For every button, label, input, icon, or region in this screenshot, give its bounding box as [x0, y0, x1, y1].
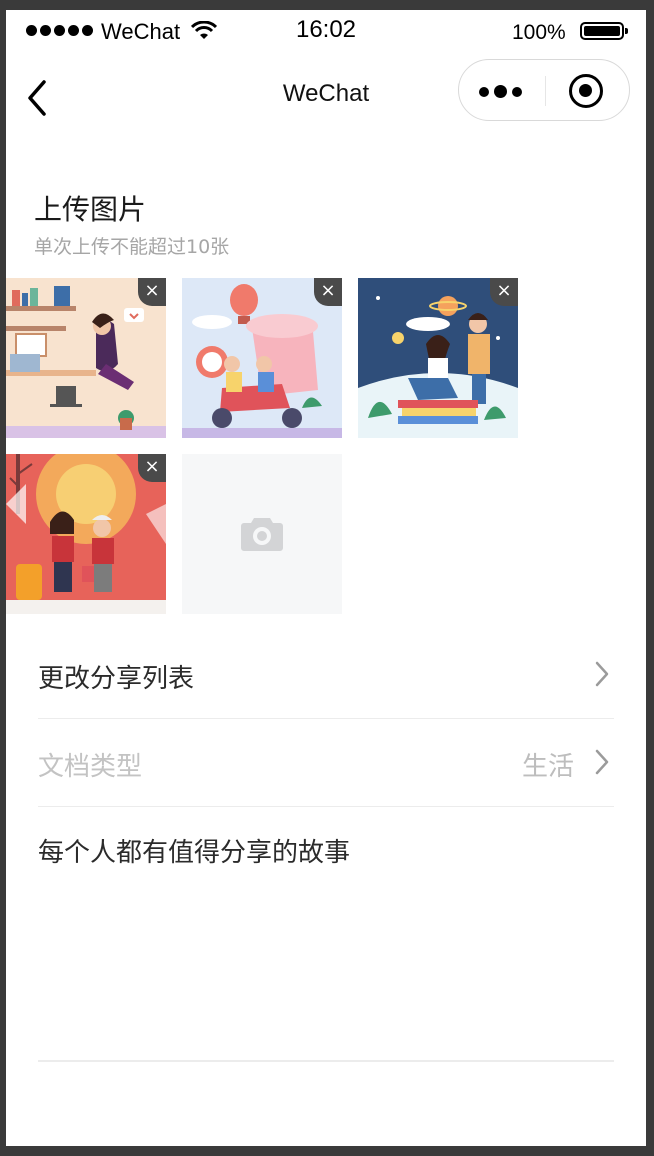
uploaded-image-winter[interactable]: ×: [6, 454, 166, 614]
close-icon[interactable]: ×: [314, 278, 342, 306]
divider: [38, 1060, 614, 1062]
uploaded-image-scooter[interactable]: ×: [182, 278, 342, 438]
chevron-right-icon: [595, 749, 609, 775]
capsule-divider: [545, 76, 546, 106]
status-bar: WeChat 16:02 100%: [6, 10, 646, 54]
upload-subtitle: 单次上传不能超过10张: [34, 236, 230, 258]
close-icon[interactable]: ×: [138, 278, 166, 306]
share-list-row[interactable]: 更改分享列表: [38, 630, 614, 719]
nav-bar: WeChat: [6, 54, 646, 138]
uploaded-image-office[interactable]: ×: [6, 278, 166, 438]
close-icon[interactable]: ×: [490, 278, 518, 306]
phone-screen: WeChat 16:02 100% WeChat 上传图片 单次上传不能超过10…: [6, 10, 646, 1146]
doc-type-value: 生活: [521, 752, 574, 782]
more-dots-icon[interactable]: [479, 85, 522, 98]
story-textarea[interactable]: 每个人都有值得分享的故事: [38, 832, 350, 869]
doc-type-label: 文档类型: [38, 752, 143, 782]
chevron-right-icon: [595, 661, 609, 687]
upload-title: 上传图片: [34, 193, 147, 226]
add-photo-button[interactable]: [182, 454, 342, 614]
close-icon[interactable]: ×: [138, 454, 166, 482]
battery-icon: [580, 22, 628, 40]
mini-program-capsule: [458, 59, 630, 121]
uploaded-image-reading[interactable]: ×: [358, 278, 518, 438]
target-circle-icon[interactable]: [569, 74, 603, 108]
camera-icon: [241, 518, 283, 551]
share-list-label: 更改分享列表: [38, 664, 195, 694]
battery-percent: 100%: [512, 21, 566, 44]
doc-type-row[interactable]: 文档类型 生活: [38, 718, 614, 807]
